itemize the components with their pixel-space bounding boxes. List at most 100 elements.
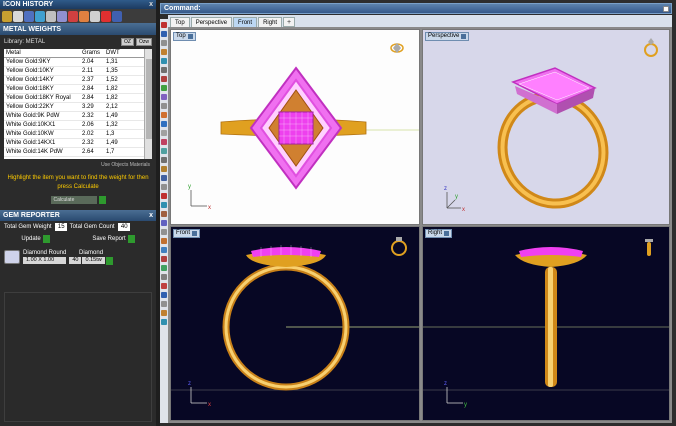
scroll-thumb[interactable] <box>146 59 152 139</box>
side-tool-icon[interactable] <box>161 148 167 154</box>
tool-icon-9[interactable] <box>90 10 100 22</box>
update-button[interactable]: Update <box>21 235 50 243</box>
table-row[interactable]: White Gold:10KW 2.02 1,3 <box>4 130 152 139</box>
side-tool-icon[interactable] <box>161 301 167 307</box>
side-tool-icon[interactable] <box>161 166 167 172</box>
table-row[interactable]: Yellow Gold:10KY 2.11 1,35 <box>4 67 152 76</box>
side-tool-icon[interactable] <box>161 193 167 199</box>
tab-front[interactable]: Front <box>233 17 258 27</box>
side-tool-icon[interactable] <box>161 112 167 118</box>
side-tool-icon[interactable] <box>161 85 167 91</box>
viewport-top[interactable]: x y Top <box>170 29 420 225</box>
tool-icon-3[interactable] <box>24 10 34 22</box>
gem-go-icon[interactable] <box>105 256 113 265</box>
side-tool-icon[interactable] <box>161 202 167 208</box>
side-tool-icon[interactable] <box>161 175 167 181</box>
side-tool-icon[interactable] <box>161 157 167 163</box>
side-tool-icon[interactable] <box>161 292 167 298</box>
dwt-cell: 1,32 <box>106 122 118 128</box>
side-tool-icon[interactable] <box>161 265 167 271</box>
metal-table-scrollbar[interactable] <box>144 49 152 159</box>
tool-icon-6[interactable] <box>57 10 67 22</box>
tab-right[interactable]: Right <box>258 17 283 27</box>
side-tool-icon[interactable] <box>161 211 167 217</box>
add-tab-button[interactable]: + <box>283 17 296 27</box>
side-tool-icon[interactable] <box>161 40 167 46</box>
side-tool-icon[interactable] <box>161 76 167 82</box>
viewport-front[interactable]: x z Front <box>170 226 420 421</box>
side-tool-icon[interactable] <box>161 130 167 136</box>
viewport-perspective-label[interactable]: Perspective <box>425 32 470 41</box>
tool-icon-10[interactable] <box>101 10 111 22</box>
side-tool-icon[interactable] <box>161 94 167 100</box>
command-bar[interactable]: Command: <box>160 3 672 14</box>
total-gem-weight-value: 15 <box>54 223 67 231</box>
viewport-perspective[interactable]: x y z Perspective <box>422 29 670 225</box>
table-row[interactable]: White Gold:14KX1 2.32 1,49 <box>4 139 152 148</box>
command-options-icon[interactable] <box>663 6 669 12</box>
tool-icon-11[interactable] <box>112 10 122 22</box>
side-tool-icon[interactable] <box>161 283 167 289</box>
tool-icon-1[interactable] <box>2 10 12 22</box>
chevron-down-icon <box>187 34 193 39</box>
dwt-cell: 1,49 <box>106 140 118 146</box>
tab-top[interactable]: Top <box>170 17 190 27</box>
table-row[interactable]: White Gold:10KX1 2.06 1,32 <box>4 121 152 130</box>
side-tool-icon[interactable] <box>161 274 167 280</box>
side-tool-icon[interactable] <box>161 58 167 64</box>
table-row[interactable]: Yellow Gold:18KY Royal 2.84 1,82 <box>4 94 152 103</box>
gem-list-item[interactable]: Diamond Round 1.00 X 1.00 Diamond 40 0.1… <box>4 247 152 267</box>
table-row[interactable]: White Gold:14K PdW 2.64 1,7 <box>4 148 152 157</box>
metal-cell: Yellow Gold:22KY <box>6 104 54 110</box>
oz-button[interactable]: OZ <box>121 38 134 46</box>
gem-buttons: Update Save Report <box>0 233 156 245</box>
side-tool-icon[interactable] <box>161 49 167 55</box>
col-grams[interactable]: Grams <box>82 49 106 57</box>
grams-cell: 2.06 <box>82 122 94 128</box>
tool-icon-5[interactable] <box>46 10 56 22</box>
side-tool-icon[interactable] <box>161 229 167 235</box>
side-tool-icon[interactable] <box>161 247 167 253</box>
tool-icon-4[interactable] <box>35 10 45 22</box>
side-tool-icon[interactable] <box>161 238 167 244</box>
calculate-button[interactable] <box>98 196 106 204</box>
col-metal[interactable]: Metal <box>4 49 82 57</box>
viewport-right[interactable]: y z Right <box>422 226 670 421</box>
viewport-right-label[interactable]: Right <box>425 229 453 238</box>
ozw-button[interactable]: Ozw <box>136 38 152 46</box>
side-tool-icon[interactable] <box>161 310 167 316</box>
table-row[interactable]: Yellow Gold:9KY 2.04 1,31 <box>4 58 152 67</box>
library-row: Library: METAL OZ Ozw <box>0 35 156 49</box>
side-tool-icon[interactable] <box>161 103 167 109</box>
viewport-top-label[interactable]: Top <box>173 32 196 41</box>
viewport-front-label[interactable]: Front <box>173 229 201 238</box>
side-tool-icon[interactable] <box>161 319 167 325</box>
close-icon[interactable]: x <box>149 212 156 219</box>
side-tool-icon[interactable] <box>161 22 167 28</box>
tool-icon-2[interactable] <box>13 10 23 22</box>
table-row[interactable]: Yellow Gold:14KY 2.37 1,52 <box>4 76 152 85</box>
side-tool-icon[interactable] <box>161 256 167 262</box>
perspective-view-render: x y z <box>444 38 658 213</box>
update-go-icon <box>42 235 50 243</box>
table-row[interactable]: Yellow Gold:22KY 3.29 2,12 <box>4 103 152 112</box>
table-row[interactable]: Yellow Gold:18KY 2.84 1,82 <box>4 85 152 94</box>
tool-icon-8[interactable] <box>79 10 89 22</box>
viewport-perspective-title: Perspective <box>428 33 460 39</box>
side-tool-icon[interactable] <box>161 31 167 37</box>
chevron-down-icon <box>461 34 467 39</box>
close-icon[interactable]: x <box>149 0 156 9</box>
grams-cell: 2.32 <box>82 113 94 119</box>
side-tool-icon[interactable] <box>161 184 167 190</box>
calculate-field[interactable]: Calculate <box>50 196 97 204</box>
side-tool-icon[interactable] <box>161 139 167 145</box>
tool-icon-7[interactable] <box>68 10 78 22</box>
save-report-button[interactable]: Save Report <box>92 235 135 243</box>
side-tool-icon[interactable] <box>161 67 167 73</box>
side-tool-icon[interactable] <box>161 220 167 226</box>
col-dwt[interactable]: DWT <box>106 49 142 57</box>
tab-perspective[interactable]: Perspective <box>190 17 233 27</box>
table-row[interactable]: White Gold:9K PdW 2.32 1,49 <box>4 112 152 121</box>
side-tool-icon[interactable] <box>161 121 167 127</box>
update-label: Update <box>21 236 41 242</box>
